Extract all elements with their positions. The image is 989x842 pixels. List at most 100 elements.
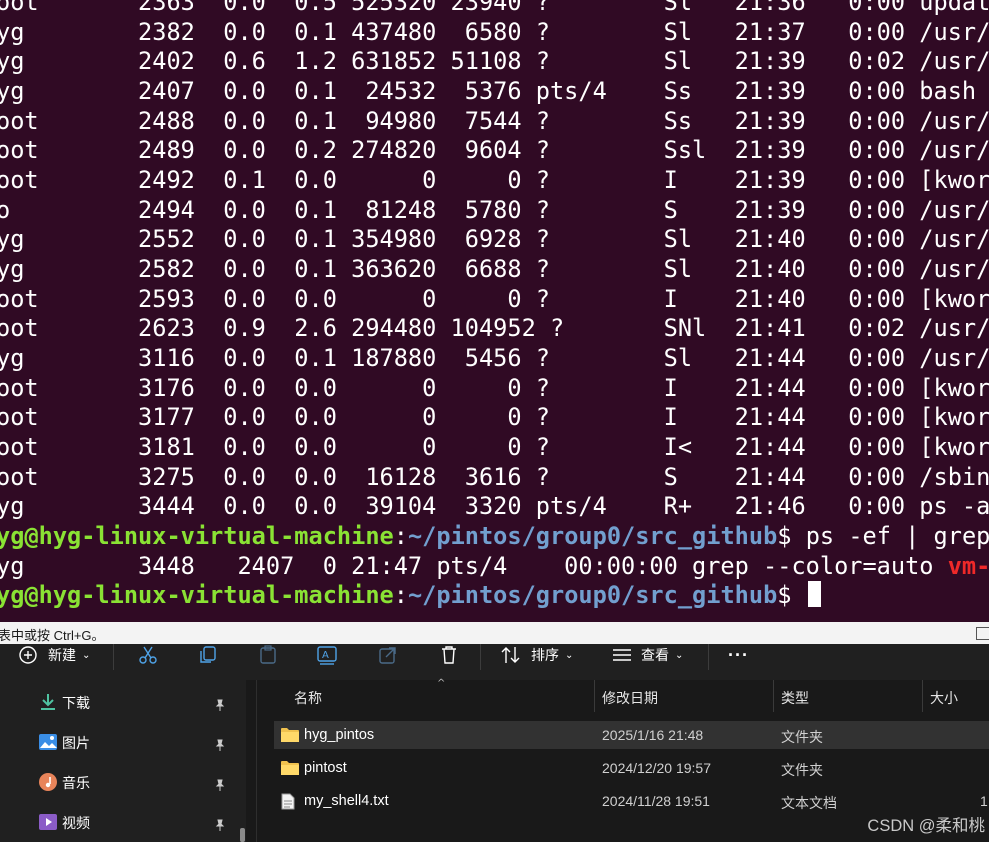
- process-row: yg 3116 0.0 0.1 187880 5456 ? Sl 21:44 0…: [0, 344, 989, 372]
- text-file-icon: [281, 793, 295, 814]
- column-header-type[interactable]: 类型: [781, 688, 809, 708]
- process-row: o 2494 0.0 0.1 81248 5780 ? S 21:39 0:00…: [0, 196, 989, 224]
- file-type: 文件夹: [781, 729, 823, 745]
- more-options-button[interactable]: ···: [728, 644, 749, 666]
- view-list-icon: [611, 645, 633, 665]
- new-button-label: 新建: [48, 647, 76, 663]
- sidebar-item-videos[interactable]: 视频: [0, 802, 246, 842]
- prompt-dollar: $: [777, 581, 806, 609]
- process-row: yg 2407 0.0 0.1 24532 5376 pts/4 Ss 21:3…: [0, 77, 977, 105]
- process-row: oot 2623 0.9 2.6 294480 104952 ? SNl 21:…: [0, 314, 989, 342]
- share-button[interactable]: [377, 644, 399, 666]
- file-type: 文件夹: [781, 762, 823, 778]
- pin-icon[interactable]: [214, 776, 226, 795]
- copy-icon: [197, 644, 219, 666]
- sidebar-item-label: 视频: [62, 815, 90, 831]
- paste-icon: [257, 644, 279, 666]
- chevron-down-icon: ⌄: [82, 649, 91, 661]
- file-date: 2024/11/28 19:51: [602, 793, 710, 809]
- file-list-pane: ^ 名称 修改日期 类型 大小 hyg_pintos 2025/1/16 21:…: [258, 678, 989, 842]
- pin-icon[interactable]: [214, 736, 226, 755]
- column-header-name[interactable]: 名称: [294, 688, 322, 708]
- terminal-window[interactable]: oot 2363 0.0 0.5 525320 23940 ? Sl 21:36…: [0, 0, 989, 622]
- rename-icon: A: [316, 644, 338, 666]
- folder-icon: [281, 727, 299, 746]
- prompt-user-host: yg@hyg-linux-virtual-machine: [0, 581, 394, 609]
- process-row: oot 3176 0.0 0.0 0 0 ? I 21:44 0:00 [kwo…: [0, 374, 989, 402]
- prompt-path: ~/pintos/group0/src_github: [407, 581, 778, 609]
- process-row: yg 2382 0.0 0.1 437480 6580 ? Sl 21:37 0…: [0, 18, 989, 46]
- process-row: yg 2582 0.0 0.1 363620 6688 ? Sl 21:40 0…: [0, 255, 989, 283]
- plus-circle-icon: [18, 645, 38, 665]
- column-header-date[interactable]: 修改日期: [602, 688, 658, 708]
- file-row[interactable]: my_shell4.txt 2024/11/28 19:51 文本文档 1: [274, 787, 989, 815]
- toolbar-separator: [480, 644, 481, 670]
- sidebar-item-label: 图片: [62, 735, 90, 751]
- file-name: my_shell4.txt: [304, 793, 389, 809]
- view-button-label: 查看: [641, 647, 669, 663]
- video-icon: [38, 812, 58, 832]
- grep-output-line: yg 3448 2407 0 21:47 pts/4 00:00:00 grep…: [0, 552, 989, 582]
- pin-icon[interactable]: [214, 816, 226, 835]
- shell-prompt-line: yg@hyg-linux-virtual-machine:~/pintos/gr…: [0, 522, 989, 552]
- file-explorer: 下载 图片 音乐 视频 ^ 名称 修改日期 类型 大小 hyg_pintos 2…: [0, 678, 989, 842]
- file-row[interactable]: hyg_pintos 2025/1/16 21:48 文件夹: [274, 721, 989, 749]
- file-row[interactable]: pintost 2024/12/20 19:57 文件夹: [274, 754, 989, 782]
- file-type: 文本文档: [781, 795, 837, 811]
- paste-button[interactable]: [257, 644, 279, 666]
- prompt-colon: :: [393, 581, 408, 609]
- trash-icon: [438, 644, 460, 666]
- explorer-toolbar: 新建 ⌄ A 排序 ⌄ 查看 ⌄ ···: [0, 644, 989, 680]
- grep-output-text: yg 3448 2407 0 21:47 pts/4 00:00:00 grep…: [0, 552, 948, 580]
- sort-arrows-icon: [500, 645, 522, 665]
- process-row: oot 3275 0.0 0.0 16128 3616 ? S 21:44 0:…: [0, 463, 989, 491]
- process-row: oot 2363 0.0 0.5 525320 23940 ? Sl 21:36…: [0, 0, 989, 16]
- process-row: oot 2488 0.0 0.1 94980 7544 ? Ss 21:39 0…: [0, 107, 989, 135]
- prompt-dollar: $: [777, 522, 792, 550]
- process-row: yg 2402 0.6 1.2 631852 51108 ? Sl 21:39 …: [0, 47, 989, 75]
- file-date: 2024/12/20 19:57: [602, 760, 711, 776]
- chevron-down-icon: ⌄: [565, 649, 574, 661]
- prompt-command: ps -ef | grep: [791, 522, 989, 550]
- toolbar-separator: [113, 644, 114, 670]
- prompt-path: ~/pintos/group0/src_github: [407, 522, 778, 550]
- sidebar-item-music[interactable]: 音乐: [0, 762, 246, 802]
- process-row: oot 2489 0.0 0.2 274820 9604 ? Ssl 21:39…: [0, 136, 989, 164]
- status-hint-bar: 表中或按 Ctrl+G。: [0, 622, 989, 645]
- shell-prompt-active[interactable]: yg@hyg-linux-virtual-machine:~/pintos/gr…: [0, 581, 821, 611]
- view-button[interactable]: 查看 ⌄: [611, 644, 683, 666]
- sidebar-item-downloads[interactable]: 下载: [0, 682, 246, 722]
- sidebar-item-pictures[interactable]: 图片: [0, 722, 246, 762]
- rename-button[interactable]: A: [316, 644, 338, 666]
- column-separator[interactable]: [773, 680, 774, 712]
- prompt-colon: :: [393, 522, 408, 550]
- cut-button[interactable]: [137, 644, 159, 666]
- file-date: 2025/1/16 21:48: [602, 727, 704, 743]
- share-icon: [377, 644, 399, 666]
- chevron-down-icon: ⌄: [675, 649, 684, 661]
- watermark: CSDN @柔和桃: [867, 817, 985, 835]
- pin-icon[interactable]: [214, 696, 226, 715]
- sort-button[interactable]: 排序 ⌄: [500, 644, 573, 666]
- pane-divider[interactable]: [256, 680, 257, 842]
- sort-caret-icon: ^: [437, 678, 446, 689]
- process-row: oot 2593 0.0 0.0 0 0 ? I 21:40 0:00 [kwo…: [0, 285, 989, 313]
- sidebar-scrollbar[interactable]: [240, 828, 245, 842]
- scissors-icon: [137, 644, 159, 666]
- process-row: oot 2492 0.1 0.0 0 0 ? I 21:39 0:00 [kwo…: [0, 166, 989, 194]
- process-row: yg 3444 0.0 0.0 39104 3320 pts/4 R+ 21:4…: [0, 492, 989, 520]
- folder-icon: [281, 760, 299, 779]
- delete-button[interactable]: [438, 644, 460, 666]
- copy-button[interactable]: [197, 644, 219, 666]
- file-size: 1: [980, 793, 988, 809]
- column-separator[interactable]: [922, 680, 923, 712]
- process-row: oot 3177 0.0 0.0 0 0 ? I 21:44 0:00 [kwo…: [0, 403, 989, 431]
- column-separator[interactable]: [594, 680, 595, 712]
- column-header-size[interactable]: 大小: [930, 688, 958, 708]
- terminal-cursor: [807, 581, 821, 607]
- new-button[interactable]: 新建 ⌄: [18, 644, 90, 666]
- status-hint-text: 表中或按 Ctrl+G。: [0, 628, 105, 643]
- panel-icon[interactable]: [976, 627, 989, 640]
- sidebar-item-label: 音乐: [62, 775, 90, 791]
- toolbar-separator: [708, 644, 709, 670]
